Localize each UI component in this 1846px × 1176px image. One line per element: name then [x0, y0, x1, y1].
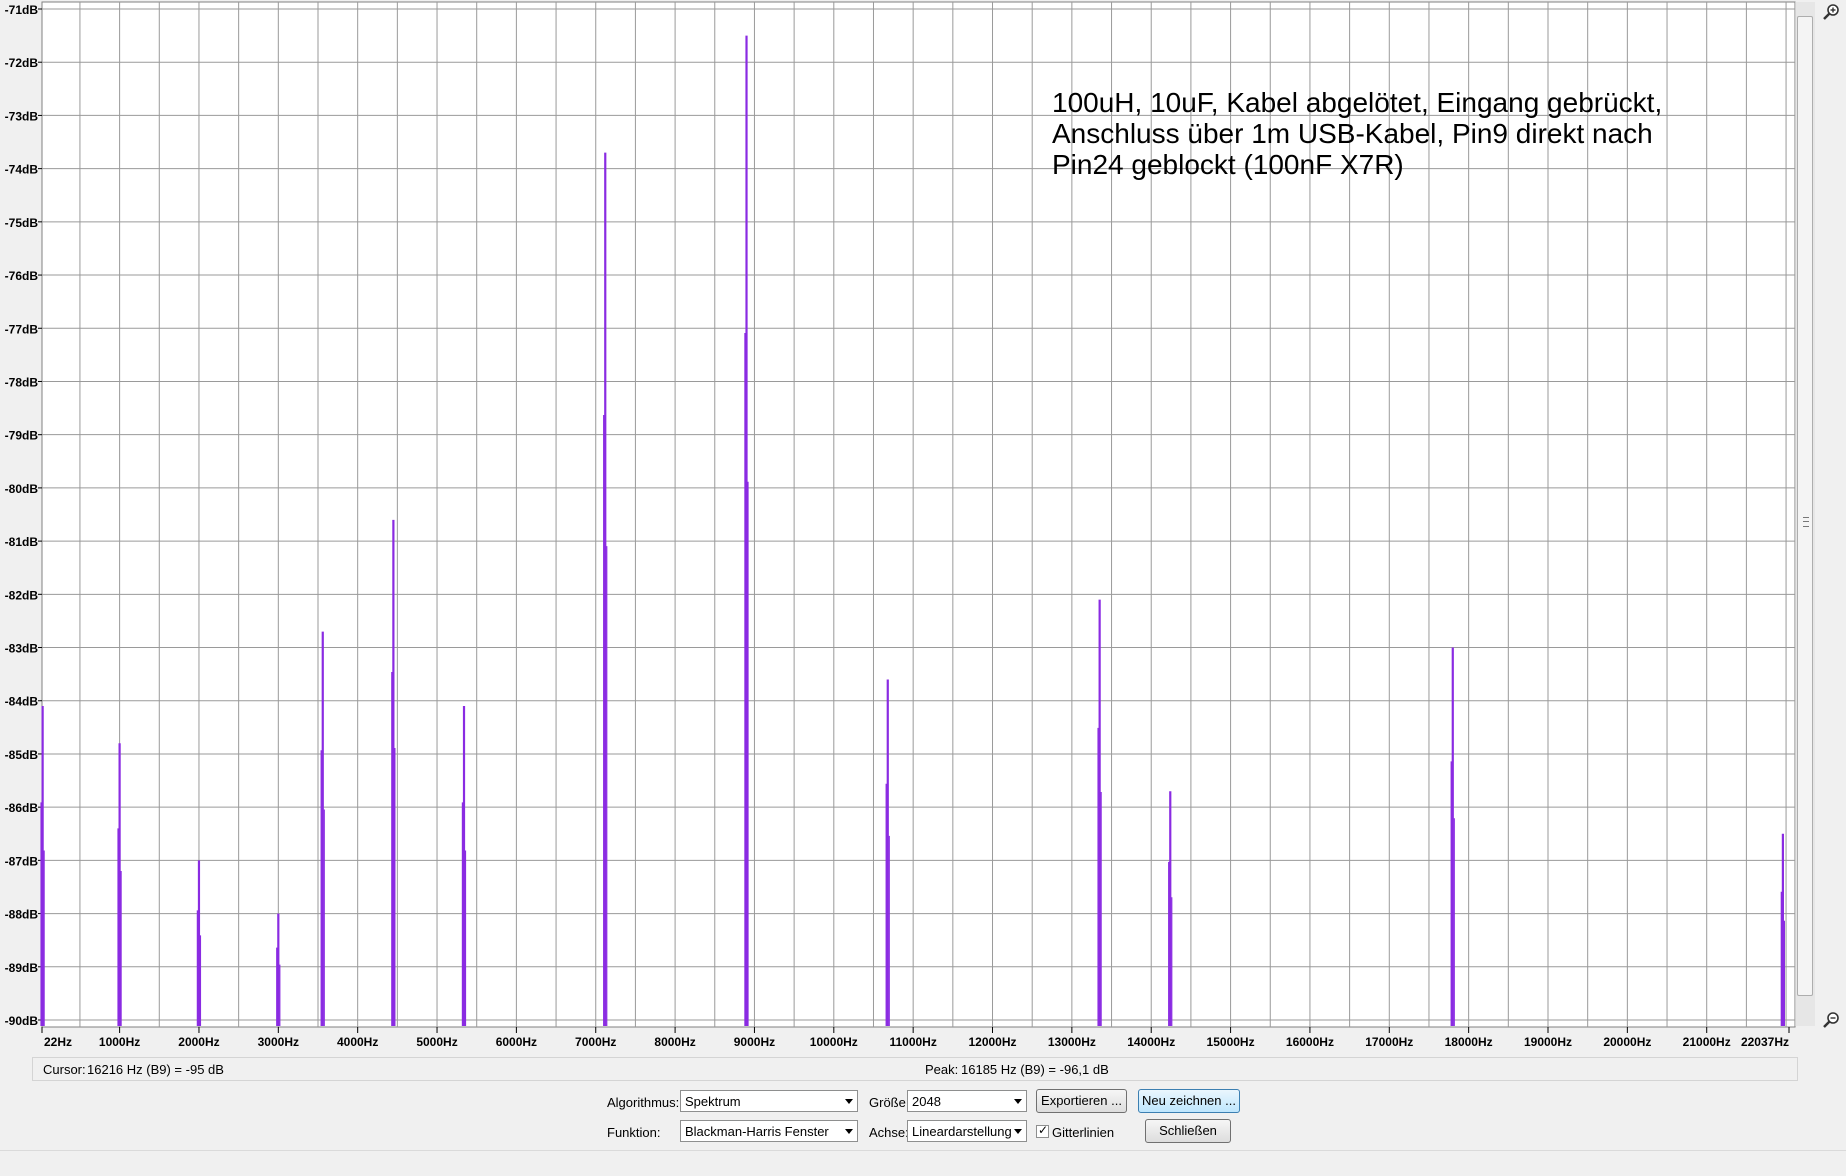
export-button[interactable]: Exportieren ... — [1036, 1089, 1127, 1113]
zoom-in-icon[interactable] — [1821, 2, 1841, 22]
x-tick-label: 8000Hz — [654, 1035, 695, 1049]
chevron-down-icon — [1014, 1099, 1022, 1104]
spectrum-peak — [1097, 599, 1102, 1026]
x-tick-label: 3000Hz — [258, 1035, 299, 1049]
y-tick-label: -82dB — [5, 588, 39, 602]
x-tick-label: 7000Hz — [575, 1035, 616, 1049]
x-tick-label: 9000Hz — [734, 1035, 775, 1049]
chevron-down-icon — [1014, 1129, 1022, 1134]
redraw-button[interactable]: Neu zeichnen ... — [1138, 1089, 1240, 1113]
x-tick-label: 2000Hz — [178, 1035, 219, 1049]
x-tick-label: 20000Hz — [1603, 1035, 1651, 1049]
algorithm-label: Algorithmus: — [607, 1095, 680, 1110]
size-label: Größe: — [869, 1095, 910, 1110]
x-tick-label: 5000Hz — [416, 1035, 457, 1049]
cursor-value: 16216 Hz (B9) = -95 dB — [87, 1062, 224, 1077]
y-tick-label: -90dB — [5, 1014, 39, 1028]
x-tick-label: 21000Hz — [1683, 1035, 1731, 1049]
chevron-down-icon — [845, 1129, 853, 1134]
spectrum-peak — [885, 679, 890, 1026]
y-tick-label: -87dB — [5, 854, 39, 868]
size-value: 2048 — [912, 1094, 941, 1109]
x-tick-label: 1000Hz — [99, 1035, 140, 1049]
spectrum-peak — [196, 860, 202, 1026]
gridlines-checkbox[interactable] — [1036, 1123, 1049, 1138]
spectrum-peak — [1168, 791, 1173, 1026]
chevron-down-icon — [845, 1099, 853, 1104]
y-tick-label: -78dB — [5, 375, 39, 389]
annotation-line: Anschluss über 1m USB-Kabel, Pin9 direkt… — [1052, 118, 1653, 149]
y-tick-label: -76dB — [5, 269, 39, 283]
zoom-out-icon[interactable] — [1821, 1010, 1841, 1030]
x-tick-label: 6000Hz — [496, 1035, 537, 1049]
y-tick-label: -71dB — [5, 3, 39, 17]
y-tick-label: -79dB — [5, 429, 39, 443]
algorithm-select[interactable]: Spektrum — [680, 1090, 858, 1112]
vertical-scrollbar[interactable] — [1795, 2, 1815, 1026]
spectrum-peak — [1780, 833, 1785, 1026]
axis-select[interactable]: Lineardarstellung — [907, 1120, 1027, 1142]
x-tick-label: 15000Hz — [1207, 1035, 1255, 1049]
y-tick-label: -84dB — [5, 695, 39, 709]
x-tick-label: 14000Hz — [1127, 1035, 1175, 1049]
y-tick-label: -83dB — [5, 642, 39, 656]
peak-label: Peak: — [925, 1062, 959, 1077]
x-tick-label: 22037Hz — [1741, 1035, 1789, 1049]
function-label: Funktion: — [607, 1125, 661, 1140]
y-tick-label: -81dB — [5, 535, 39, 549]
annotation-line: Pin24 geblockt (100nF X7R) — [1052, 149, 1404, 180]
x-tick-label: 11000Hz — [889, 1035, 936, 1049]
y-tick-label: -85dB — [5, 748, 39, 762]
y-tick-label: -72dB — [5, 56, 39, 70]
status-bar: Cursor: 16216 Hz (B9) = -95 dB Peak: 161… — [32, 1057, 1798, 1081]
spectrum-peak — [744, 35, 749, 1026]
gridlines-label[interactable]: Gitterlinien — [1052, 1125, 1114, 1140]
x-tick-label: 17000Hz — [1365, 1035, 1413, 1049]
x-tick-label: 18000Hz — [1445, 1035, 1493, 1049]
x-tick-label: 19000Hz — [1524, 1035, 1572, 1049]
spectrum-plot[interactable]: -71dB -72dB -73dB -74dB -75dB -76dB -77dB -78dB… — [0, 0, 1846, 1060]
algorithm-value: Spektrum — [685, 1094, 741, 1109]
spectrum-peak — [1450, 647, 1455, 1026]
x-tick-label: 12000Hz — [968, 1035, 1016, 1049]
plot-background — [41, 1, 1796, 1028]
x-tick-label: 16000Hz — [1286, 1035, 1334, 1049]
spectrum-peak — [320, 631, 325, 1026]
spectrum-peak — [40, 706, 45, 1026]
x-tick-label: 10000Hz — [810, 1035, 858, 1049]
window-bottom-edge — [0, 1150, 1846, 1176]
x-tick-label: 4000Hz — [337, 1035, 378, 1049]
close-button[interactable]: Schließen — [1145, 1119, 1231, 1143]
size-select[interactable]: 2048 — [907, 1090, 1027, 1112]
spectrum-peak — [603, 152, 608, 1026]
y-tick-label: -75dB — [5, 216, 39, 230]
y-tick-label: -73dB — [5, 109, 39, 123]
y-axis-ticks: -71dB -72dB -73dB -74dB -75dB -76dB -77dB -78dB… — [5, 3, 42, 1028]
cursor-label: Cursor: — [43, 1062, 86, 1077]
scrollbar-thumb[interactable] — [1797, 16, 1813, 996]
function-select[interactable]: Blackman-Harris Fenster — [680, 1120, 858, 1142]
axis-label: Achse: — [869, 1125, 909, 1140]
y-tick-label: -77dB — [5, 322, 39, 336]
annotation-line: 100uH, 10uF, Kabel abgelötet, Eingang ge… — [1052, 87, 1662, 118]
axis-value: Lineardarstellung — [912, 1124, 1012, 1139]
grip-icon — [1803, 517, 1809, 527]
x-tick-label: 22Hz — [44, 1035, 72, 1049]
x-axis-ticks: 22Hz 1000Hz 2000Hz 3000Hz 4000Hz 5000Hz 6000Hz… — [41, 1027, 1790, 1049]
y-tick-label: -89dB — [5, 961, 39, 975]
spectrum-peak — [117, 743, 122, 1026]
x-tick-label: 13000Hz — [1048, 1035, 1096, 1049]
peak-value: 16185 Hz (B9) = -96,1 dB — [961, 1062, 1109, 1077]
function-value: Blackman-Harris Fenster — [685, 1124, 829, 1139]
spectrum-peak — [276, 913, 281, 1026]
y-tick-label: -86dB — [5, 801, 39, 815]
y-tick-label: -80dB — [5, 482, 39, 496]
y-tick-label: -74dB — [5, 163, 39, 177]
spectrum-peak — [461, 706, 467, 1026]
spectrum-peak — [391, 519, 396, 1026]
y-tick-label: -88dB — [5, 908, 39, 922]
